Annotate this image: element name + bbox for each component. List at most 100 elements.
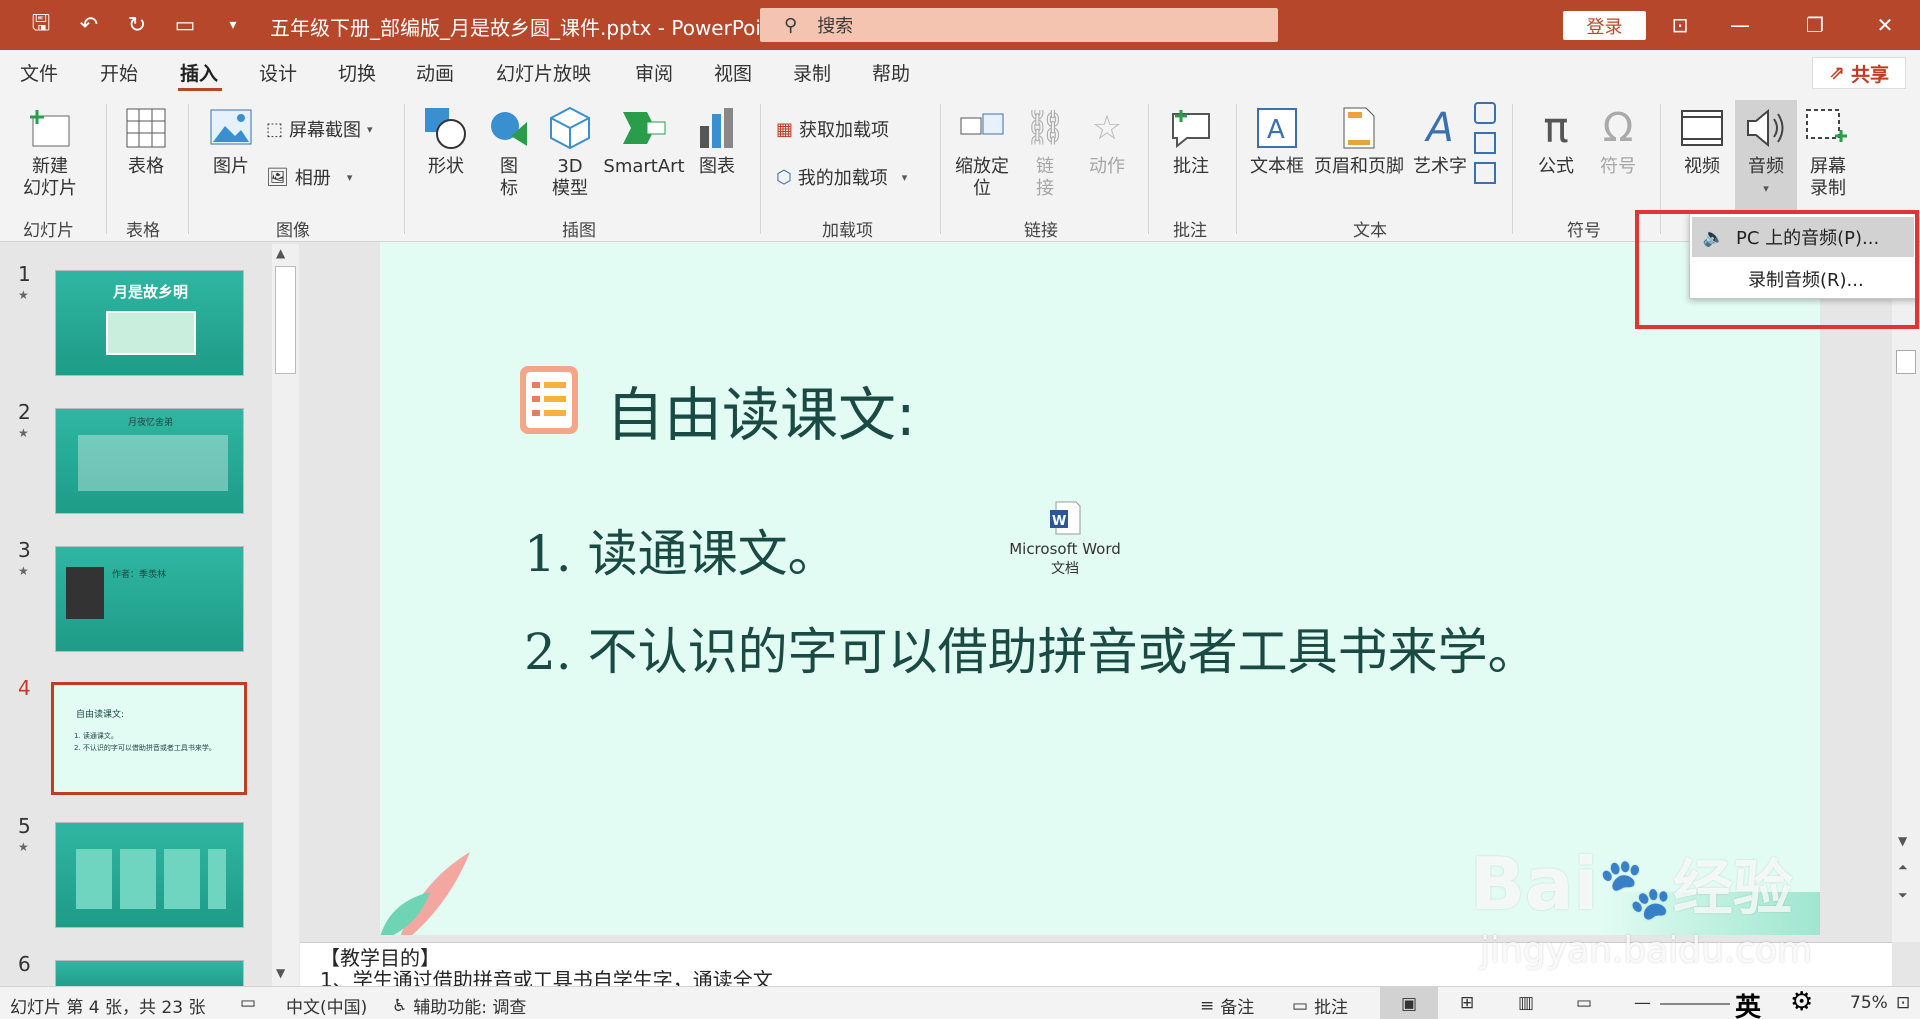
share-button[interactable]: ⇗ 共享 <box>1812 57 1906 89</box>
slide-thumbnail-5[interactable] <box>55 822 244 928</box>
tab-file[interactable]: 文件 <box>20 59 58 86</box>
reading-view-icon[interactable]: ▥ <box>1518 993 1534 1013</box>
slide-thumbnail-3[interactable]: 作者：季羡林 <box>55 546 244 652</box>
chart-button[interactable]: 图表 <box>690 104 744 178</box>
tab-transitions[interactable]: 切换 <box>338 59 376 86</box>
comment-button[interactable]: 批注 <box>1164 104 1218 178</box>
save-icon[interactable]: 🖫 <box>26 6 56 44</box>
video-button[interactable]: 视频 <box>1672 104 1732 178</box>
action-button[interactable]: ☆ 动作 <box>1080 104 1134 178</box>
comment-icon: ▭ <box>1292 995 1309 1016</box>
language-status[interactable]: 中文(中国) <box>286 993 367 1018</box>
audio-button[interactable]: 音频 ▾ <box>1735 100 1797 212</box>
search-input[interactable]: ⚲ 搜索 <box>760 8 1278 42</box>
slide-number: 5 <box>18 814 31 838</box>
icon-button[interactable]: 图 标 <box>484 104 534 200</box>
previous-slide-icon[interactable]: ⏶ <box>1898 860 1908 875</box>
new-slide-label: 新建 幻灯片 <box>23 156 77 199</box>
animation-star-icon: ★ <box>18 426 29 440</box>
thumbnail-scrollbar[interactable]: ▲ ▼ <box>272 244 299 986</box>
fit-slide-icon[interactable]: ⊡ <box>1896 993 1910 1013</box>
screen-record-button[interactable]: 屏幕 录制 <box>1800 104 1856 200</box>
symbol-button[interactable]: Ω 符号 <box>1590 104 1646 178</box>
slide-thumbnail-1[interactable]: 月是故乡明 <box>55 270 244 376</box>
slide-number-icon[interactable] <box>1474 132 1496 154</box>
album-button[interactable]: 🖼 相册 ▾ <box>266 164 352 190</box>
comments-button[interactable]: ▭ 批注 <box>1292 993 1348 1019</box>
wordart-button[interactable]: A 艺术字 <box>1410 104 1470 178</box>
tab-help[interactable]: 帮助 <box>872 59 910 86</box>
normal-view-button[interactable]: ▣ <box>1380 987 1438 1019</box>
slide-sorter-icon[interactable]: ⊞ <box>1460 993 1474 1013</box>
link-button[interactable]: ⛓ 链 接 <box>1020 104 1070 200</box>
scroll-down-icon[interactable]: ▼ <box>1898 834 1907 848</box>
zoom-out-icon[interactable]: — <box>1634 993 1651 1013</box>
3d-model-button[interactable]: 3D 模型 <box>545 104 595 200</box>
scroll-down-icon[interactable]: ▼ <box>276 966 285 980</box>
table-button[interactable]: 表格 <box>118 104 174 178</box>
zoom-slider[interactable] <box>1660 1003 1730 1005</box>
header-footer-button[interactable]: 页眉和页脚 <box>1312 104 1406 178</box>
tab-home[interactable]: 开始 <box>100 59 138 86</box>
accessibility-label: 辅助功能: 调查 <box>413 998 527 1018</box>
notes-button[interactable]: ≡ 备注 <box>1200 993 1254 1019</box>
slide-scrollbar[interactable]: ▼ ⏶ ⏷ <box>1892 242 1920 942</box>
current-slide[interactable]: 自由读课文: 1. 读通课文。 2. 不认识的字可以借助拼音或者工具书来学。 W… <box>380 242 1820 935</box>
textbox-button[interactable]: A 文本框 <box>1248 104 1306 178</box>
group-label-symbols: 符号 <box>1567 221 1601 241</box>
restore-icon[interactable]: ❐ <box>1795 10 1835 40</box>
slide-thumbnail-2[interactable]: 月夜忆舍弟 <box>55 408 244 514</box>
equation-button[interactable]: π 公式 <box>1526 104 1586 178</box>
slide-heading[interactable]: 自由读课文: <box>606 368 916 452</box>
slide-item-1[interactable]: 1. 读通课文。 <box>524 514 838 586</box>
slideshow-icon[interactable]: ▭ <box>1576 993 1592 1013</box>
settings-gear-icon[interactable]: ⚙ <box>1790 987 1813 1017</box>
tab-insert[interactable]: 插入 <box>180 59 218 86</box>
tab-animations[interactable]: 动画 <box>416 59 454 86</box>
group-label-comments: 批注 <box>1173 221 1207 241</box>
close-icon[interactable]: ✕ <box>1865 10 1905 40</box>
slide-thumbnail-4-selected[interactable]: 自由读课文: 1. 读通课文。 2. 不认识的字可以借助拼音或者工具书来学。 <box>51 682 247 795</box>
tab-record[interactable]: 录制 <box>793 59 831 86</box>
present-icon[interactable]: ▭ <box>170 13 200 38</box>
zoom-level[interactable]: 75% <box>1850 993 1888 1013</box>
tab-review[interactable]: 审阅 <box>635 59 673 86</box>
tab-design[interactable]: 设计 <box>259 59 297 86</box>
group-label-slides: 幻灯片 <box>23 221 74 241</box>
screenshot-button[interactable]: ⬚ 屏幕截图 ▾ <box>266 116 373 142</box>
get-addins-button[interactable]: ▦ 获取加载项 <box>776 116 889 142</box>
redo-icon[interactable]: ↻ <box>122 13 152 38</box>
smartart-button[interactable]: SmartArt <box>603 104 685 178</box>
screenshot-label: 屏幕截图 <box>289 120 362 141</box>
minimize-icon[interactable]: — <box>1720 10 1760 40</box>
new-slide-button[interactable]: 新建 幻灯片 <box>12 104 88 200</box>
scroll-up-icon[interactable]: ▲ <box>276 246 285 260</box>
powerpoint-window: 🖫 ↶ ↻ ▭ ▾ 五年级下册_部编版_月是故乡圆_课件.pptx - Powe… <box>0 0 1920 1019</box>
icon-label: 图 标 <box>500 156 518 199</box>
customize-toolbar-icon[interactable]: ▾ <box>218 17 248 33</box>
embedded-label-2: 文档 <box>1051 561 1079 577</box>
object-icon[interactable] <box>1474 162 1496 184</box>
ribbon-display-icon[interactable]: ⊡ <box>1660 10 1700 40</box>
scrollbar-thumb[interactable] <box>275 266 296 374</box>
zoom-button[interactable]: 缩放定 位 <box>952 104 1012 200</box>
header-footer-label: 页眉和页脚 <box>1314 156 1404 177</box>
scrollbar-thumb[interactable] <box>1896 350 1916 374</box>
ime-indicator[interactable]: 英 <box>1735 987 1761 1019</box>
watermark-cn: 经验 <box>1672 854 1793 924</box>
spellcheck-icon[interactable]: ▭ <box>240 993 256 1013</box>
slide-item-2[interactable]: 2. 不认识的字可以借助拼音或者工具书来学。 <box>524 612 1538 684</box>
tab-view[interactable]: 视图 <box>714 59 752 86</box>
my-addins-button[interactable]: ⬡ 我的加载项 ▾ <box>776 164 907 190</box>
tab-slideshow[interactable]: 幻灯片放映 <box>496 59 591 86</box>
shape-button[interactable]: 形状 <box>420 104 472 178</box>
login-button[interactable]: 登录 <box>1563 11 1646 40</box>
embedded-word-object[interactable]: W Microsoft Word 文档 <box>1000 500 1130 578</box>
textbox-icon: A <box>1257 108 1297 148</box>
chevron-down-icon: ▾ <box>346 170 353 184</box>
next-slide-icon[interactable]: ⏷ <box>1898 888 1908 903</box>
undo-icon[interactable]: ↶ <box>74 13 104 38</box>
date-time-icon[interactable] <box>1474 102 1496 124</box>
accessibility-status[interactable]: ♿ 辅助功能: 调查 <box>392 993 527 1019</box>
picture-button[interactable]: 图片 <box>206 104 256 178</box>
